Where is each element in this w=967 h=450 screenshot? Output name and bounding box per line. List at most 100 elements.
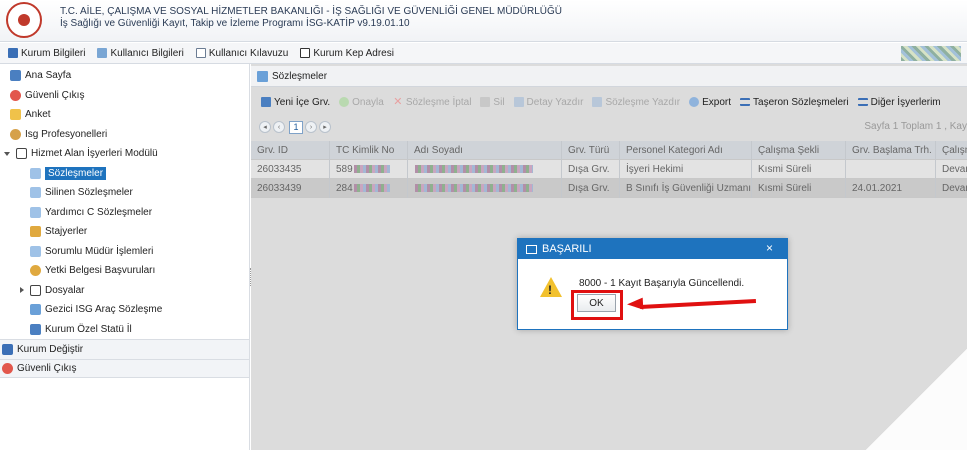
sidebar-item-label: Dosyalar <box>45 284 85 296</box>
sidebar-group-kurum-degistir[interactable]: Kurum Değiştir <box>0 339 249 359</box>
building-icon <box>30 323 41 335</box>
ok-highlight-box <box>571 290 623 320</box>
user-card-icon <box>97 48 108 58</box>
sidebar-item-sozlesmeler[interactable]: Sözleşmeler <box>30 164 249 184</box>
other-workplaces-button[interactable]: Diğer İşyerlerim <box>857 97 941 108</box>
table-header: Grv. ID TC Kimlik No Adı Soyadı Grv. Tür… <box>251 141 967 160</box>
top-navigation: Kurum Bilgileri Kullanıcı Bilgileri Kull… <box>0 43 967 64</box>
button-label: Detay Yazdır <box>526 96 584 108</box>
table-cell: Dışa Grv. <box>561 179 619 198</box>
prev-page-icon[interactable]: ‹ <box>273 121 285 133</box>
window-icon <box>526 244 537 254</box>
table-cell: 589 <box>329 160 407 179</box>
sidebar-item-gezici-isg[interactable]: Gezici ISG Araç Sözleşme <box>30 300 249 320</box>
sidebar-item-label: Yetki Belgesi Başvuruları <box>45 265 156 277</box>
table-cell: 284 <box>329 179 407 198</box>
sidebar-item-label: Silinen Sözleşmeler <box>45 187 133 199</box>
sidebar-item-dosyalar[interactable]: Dosyalar <box>20 281 249 301</box>
cancel-icon: ✕ <box>393 96 403 108</box>
masked-name <box>415 165 533 174</box>
sidebar-item-label: Hizmet Alan İşyerleri Modülü <box>31 148 158 160</box>
document-icon <box>30 167 41 179</box>
last-page-icon[interactable]: ▸ <box>319 121 331 133</box>
chevron-right-icon[interactable] <box>20 287 24 294</box>
dialog-title: BAŞARILI <box>542 243 592 255</box>
table-cell <box>407 179 561 198</box>
masked-id <box>353 184 390 193</box>
panel-title: Sözleşmeler <box>272 70 328 82</box>
nav-kullanici-bilgileri[interactable]: Kullanıcı Bilgileri <box>97 47 184 59</box>
nav-kurum-bilgileri[interactable]: Kurum Bilgileri <box>8 48 85 59</box>
sidebar-item-yardimci-c-sozlesmeler[interactable]: Yardımcı C Sözleşmeler <box>30 203 249 223</box>
nav-kurum-kep-adresi[interactable]: Kurum Kep Adresi <box>300 48 394 59</box>
nav-item-label: Kullanıcı Bilgileri <box>110 47 184 59</box>
vehicle-icon <box>30 304 41 316</box>
column-header[interactable]: Personel Kategori Adı <box>619 141 751 160</box>
delete-button[interactable]: Sil <box>480 96 505 108</box>
sidebar-item-yetki-belgesi[interactable]: Yetki Belgesi Başvuruları <box>30 261 249 281</box>
chevron-down-icon[interactable] <box>4 151 10 156</box>
user-group-icon <box>30 265 41 277</box>
print-detail-button[interactable]: Detay Yazdır <box>513 96 584 108</box>
sidebar-item-label: Güvenli Çıkış <box>25 89 85 101</box>
column-header[interactable]: TC Kimlik No <box>329 141 407 160</box>
logout-icon <box>10 89 21 101</box>
cancel-contract-button[interactable]: ✕ Sözleşme İptal <box>393 96 471 108</box>
nav-kullanici-kilavuzu[interactable]: Kullanıcı Kılavuzu <box>195 47 289 59</box>
export-button[interactable]: Export <box>689 97 731 108</box>
email-icon <box>300 48 311 58</box>
sidebar-item-isg-profesyonelleri[interactable]: Isg Profesyonelleri <box>10 125 249 145</box>
dialog-message: 8000 - 1 Kayıt Başarıyla Güncellendi. <box>579 278 745 289</box>
header-title-line1: T.C. AİLE, ÇALIŞMA VE SOSYAL HİZMETLER B… <box>60 6 562 17</box>
building-icon <box>2 343 13 355</box>
column-header[interactable]: Çalışma Şekli <box>751 141 845 160</box>
current-page-input[interactable]: 1 <box>289 120 303 134</box>
panel-title-bar: Sözleşmeler <box>251 66 967 87</box>
add-icon <box>261 97 271 107</box>
document-icon <box>195 48 206 58</box>
next-page-icon[interactable]: › <box>305 121 317 133</box>
sidebar-item-stajyerler[interactable]: Stajyerler <box>30 222 249 242</box>
table-cell: B Sınıfı İş Güvenliği Uzmanı <box>619 179 751 198</box>
logout-icon <box>2 362 13 374</box>
sidebar-item-silinen-sozlesmeler[interactable]: Silinen Sözleşmeler <box>30 183 249 203</box>
sidebar-item-kurum-ozel-statu[interactable]: Kurum Özel Statü İl <box>30 320 249 340</box>
sidebar-group-label: Kurum Değiştir <box>17 343 84 355</box>
nav-item-label: Kullanıcı Kılavuzu <box>208 47 289 59</box>
tc-prefix: 284 <box>336 183 353 194</box>
decorative-corner <box>847 345 967 450</box>
sidebar-group-guvenli-cikis[interactable]: Güvenli Çıkış <box>0 358 249 378</box>
button-label: Sil <box>493 96 505 108</box>
home-icon <box>10 70 21 82</box>
sidebar-item-ana-sayfa[interactable]: Ana Sayfa <box>10 66 249 86</box>
print-contract-button[interactable]: Sözleşme Yazdır <box>592 97 680 108</box>
list-icon <box>857 98 868 106</box>
sidebar-item-sorumlu-mudur[interactable]: Sorumlu Müdür İşlemleri <box>30 242 249 262</box>
pager-info: Sayfa 1 Toplam 1 , Kay <box>864 121 967 132</box>
sidebar-item-hizmet-alan-isyerleri[interactable]: Hizmet Alan İşyerleri Modülü <box>4 144 249 164</box>
document-icon <box>257 70 268 82</box>
sidebar-item-label: Stajyerler <box>45 226 88 238</box>
document-icon <box>30 245 41 257</box>
folder-icon <box>16 148 27 160</box>
print-icon <box>592 97 603 107</box>
person-icon <box>10 128 21 140</box>
column-header[interactable]: Grv. ID <box>251 141 329 160</box>
first-page-icon[interactable]: ◂ <box>259 121 271 133</box>
column-header[interactable]: Adı Soyadı <box>407 141 561 160</box>
column-header[interactable]: Grv. Türü <box>561 141 619 160</box>
table-row[interactable]: 26033439 284 Dışa Grv. B Sınıfı İş Güven… <box>251 179 967 198</box>
table-cell: 26033439 <box>257 183 302 194</box>
column-header[interactable]: Çalışm <box>935 141 967 160</box>
column-header[interactable]: Grv. Başlama Trh. <box>845 141 935 160</box>
list-icon <box>740 98 751 106</box>
table-cell: Kısmi Süreli <box>751 160 845 179</box>
table-row[interactable]: 26033435 589 Dışa Grv. İşyeri Hekimi Kıs… <box>251 160 967 179</box>
sidebar-item-guvenli-cikis[interactable]: Güvenli Çıkış <box>10 86 249 106</box>
approve-button[interactable]: Onayla <box>339 97 384 108</box>
sidebar-item-anket[interactable]: Anket <box>10 105 249 125</box>
close-icon[interactable]: × <box>766 241 773 255</box>
document-icon <box>30 206 41 218</box>
new-assignment-button[interactable]: Yeni İçe Grv. <box>261 97 330 108</box>
subcontractor-contracts-button[interactable]: Taşeron Sözleşmeleri <box>740 97 849 108</box>
